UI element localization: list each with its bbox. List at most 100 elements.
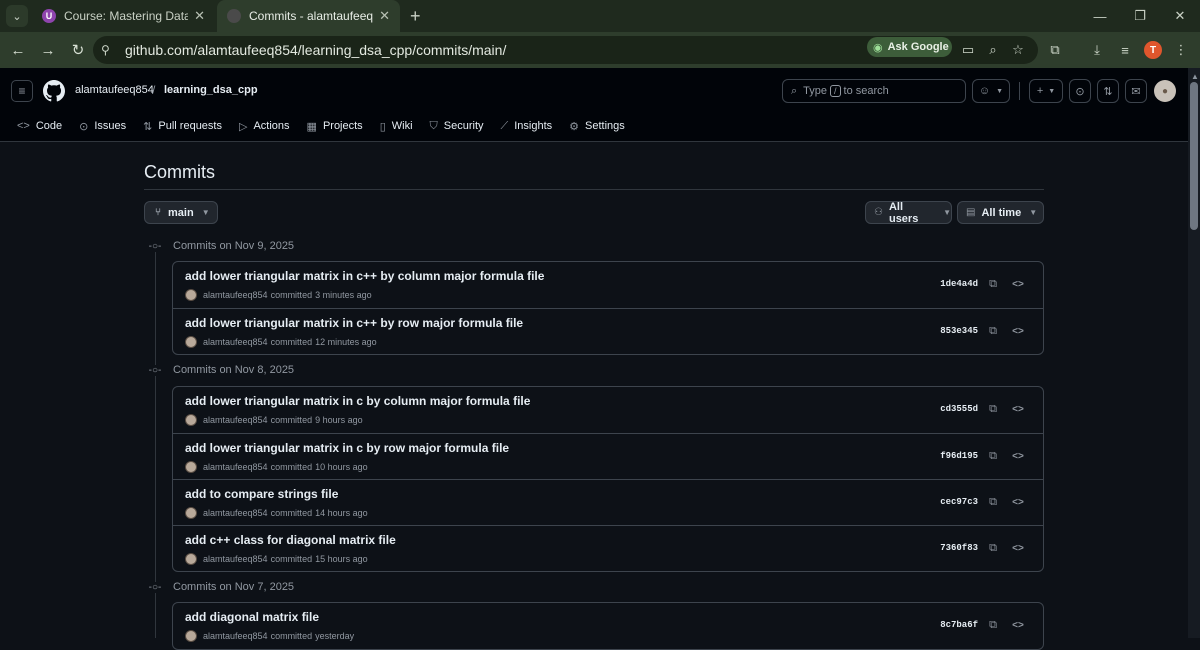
browse-code-icon[interactable]: <> xyxy=(1010,618,1026,632)
tab-projects[interactable]: ▦ Projects xyxy=(307,116,363,136)
tab-search-button[interactable]: ⌄ xyxy=(6,5,28,27)
commit-author-link[interactable]: alamtaufeeq854 xyxy=(203,631,268,641)
copy-icon[interactable]: ⧉ xyxy=(986,277,1000,291)
commit-author-link[interactable]: alamtaufeeq854 xyxy=(203,508,268,518)
inbox-icon[interactable]: ✉ xyxy=(1125,79,1147,103)
commit-meta: alamtaufeeq854 committed 9 hours ago xyxy=(185,414,363,426)
browse-code-icon[interactable]: <> xyxy=(1010,324,1026,338)
author-avatar[interactable] xyxy=(185,336,197,348)
scrollbar-thumb[interactable] xyxy=(1190,82,1198,230)
page-scrollbar[interactable]: ▲ xyxy=(1188,68,1200,638)
browse-code-icon[interactable]: <> xyxy=(1010,449,1026,463)
copy-icon[interactable]: ⧉ xyxy=(986,402,1000,416)
tab-actions[interactable]: ▷ Actions xyxy=(239,116,290,136)
media-icon[interactable]: ≡ xyxy=(1116,36,1134,64)
hamburger-menu-icon[interactable]: ≡ xyxy=(11,80,33,102)
commit-author-link[interactable]: alamtaufeeq854 xyxy=(203,415,268,425)
tab-wiki[interactable]: ▯ Wiki xyxy=(380,116,413,136)
create-new-button[interactable]: + ▼ xyxy=(1029,79,1063,103)
author-avatar[interactable] xyxy=(185,414,197,426)
commit-sha-link[interactable]: 7360f83 xyxy=(940,543,978,553)
commit-message-link[interactable]: add lower triangular matrix in c++ by co… xyxy=(185,269,544,283)
commit-sha-link[interactable]: cec97c3 xyxy=(940,497,978,507)
commit-author-link[interactable]: alamtaufeeq854 xyxy=(203,554,268,564)
commit-group-header: -○- Commits on Nov 8, 2025 xyxy=(144,363,294,377)
forward-arrow-icon[interactable]: → xyxy=(34,36,62,64)
time-filter-button[interactable]: ▤ All time ▼ xyxy=(957,201,1044,224)
commit-sha-link[interactable]: cd3555d xyxy=(940,404,978,414)
commit-list: add lower triangular matrix in c++ by co… xyxy=(172,261,1044,355)
copy-icon[interactable]: ⧉ xyxy=(986,324,1000,338)
commit-sha-link[interactable]: 8c7ba6f xyxy=(940,620,978,630)
github-logo-icon[interactable] xyxy=(43,80,65,102)
search-input[interactable]: ⌕ Type / to search xyxy=(782,79,966,103)
tab-issues[interactable]: ⊙ Issues xyxy=(79,116,126,136)
copy-icon[interactable]: ⧉ xyxy=(986,541,1000,555)
download-icon[interactable]: ⤓ xyxy=(1088,36,1106,64)
repo-owner-link[interactable]: alamtaufeeq854 xyxy=(75,84,154,96)
tab-insights[interactable]: ⟋ Insights xyxy=(501,116,553,136)
close-tab-icon[interactable]: ✕ xyxy=(379,8,390,24)
author-avatar[interactable] xyxy=(185,289,197,301)
commit-message-link[interactable]: add c++ class for diagonal matrix file xyxy=(185,533,396,547)
back-arrow-icon[interactable]: ← xyxy=(4,36,32,64)
pull-requests-icon[interactable]: ⇅ xyxy=(1097,79,1119,103)
issues-icon[interactable]: ⊙ xyxy=(1069,79,1091,103)
tab-security[interactable]: ⛉ Security xyxy=(430,116,484,136)
browser-menu-icon[interactable]: ⋮ xyxy=(1172,36,1190,64)
commit-message-link[interactable]: add lower triangular matrix in c by colu… xyxy=(185,394,530,408)
user-avatar[interactable]: ● xyxy=(1154,80,1176,102)
commit-message-link[interactable]: add to compare strings file xyxy=(185,487,338,501)
tab-code[interactable]: <> Code xyxy=(17,116,62,136)
bookmark-star-icon[interactable]: ☆ xyxy=(1009,36,1027,64)
restore-icon[interactable]: ❐ xyxy=(1120,0,1160,32)
window-controls: — ❐ ✕ xyxy=(1080,0,1200,32)
browser-toolbar: ← → ↻ ⚲ github.com/alamtaufeeq854/learni… xyxy=(0,32,1200,68)
browser-tab-course[interactable]: U Course: Mastering Data Structu ✕ xyxy=(32,0,215,32)
close-tab-icon[interactable]: ✕ xyxy=(194,8,205,24)
profile-avatar[interactable]: T xyxy=(1144,41,1162,59)
commit-author-link[interactable]: alamtaufeeq854 xyxy=(203,462,268,472)
zoom-icon[interactable]: ⌕ xyxy=(984,36,1002,64)
copilot-button[interactable]: ☺ ▼ xyxy=(972,79,1010,103)
commit-row: add c++ class for diagonal matrix file al… xyxy=(173,525,1043,571)
author-avatar[interactable] xyxy=(185,461,197,473)
commit-author-link[interactable]: alamtaufeeq854 xyxy=(203,290,268,300)
commit-message-link[interactable]: add diagonal matrix file xyxy=(185,610,319,624)
cast-icon[interactable]: ▭ xyxy=(959,36,977,64)
reload-icon[interactable]: ↻ xyxy=(64,36,92,64)
extensions-icon[interactable]: ⧉ xyxy=(1046,36,1064,64)
commit-list: add lower triangular matrix in c by colu… xyxy=(172,386,1044,572)
browse-code-icon[interactable]: <> xyxy=(1010,277,1026,291)
browse-code-icon[interactable]: <> xyxy=(1010,402,1026,416)
browser-tab-bar: ⌄ U Course: Mastering Data Structu ✕ Com… xyxy=(0,0,1200,32)
repo-name-link[interactable]: learning_dsa_cpp xyxy=(164,84,258,96)
copy-icon[interactable]: ⧉ xyxy=(986,618,1000,632)
browser-tab-commits[interactable]: Commits - alamtaufeeq854/lear ✕ xyxy=(217,0,400,32)
commit-sha-link[interactable]: 1de4a4d xyxy=(940,279,978,289)
issue-icon: ⊙ xyxy=(79,120,89,133)
commit-sha-link[interactable]: f96d195 xyxy=(940,451,978,461)
close-window-icon[interactable]: ✕ xyxy=(1160,0,1200,32)
users-filter-button[interactable]: ⚇ All users ▼ xyxy=(865,201,952,225)
minimize-icon[interactable]: — xyxy=(1080,0,1120,32)
author-avatar[interactable] xyxy=(185,507,197,519)
author-avatar[interactable] xyxy=(185,630,197,642)
browse-code-icon[interactable]: <> xyxy=(1010,495,1026,509)
tab-settings[interactable]: ⚙ Settings xyxy=(569,116,625,136)
browse-code-icon[interactable]: <> xyxy=(1010,541,1026,555)
commit-author-link[interactable]: alamtaufeeq854 xyxy=(203,337,268,347)
commit-message-link[interactable]: add lower triangular matrix in c++ by ro… xyxy=(185,316,523,330)
commit-message-link[interactable]: add lower triangular matrix in c by row … xyxy=(185,441,509,455)
tab-pull-requests[interactable]: ⇅ Pull requests xyxy=(143,116,222,136)
copy-icon[interactable]: ⧉ xyxy=(986,449,1000,463)
author-avatar[interactable] xyxy=(185,553,197,565)
commit-sha-link[interactable]: 853e345 xyxy=(940,326,978,336)
copy-icon[interactable]: ⧉ xyxy=(986,495,1000,509)
commit-row: add lower triangular matrix in c++ by co… xyxy=(173,262,1043,308)
new-tab-icon[interactable]: + xyxy=(410,6,421,27)
branch-select-button[interactable]: ⑂ main ▼ xyxy=(144,201,218,224)
scroll-up-icon[interactable]: ▲ xyxy=(1191,72,1199,81)
ask-google-button[interactable]: ◉ Ask Google xyxy=(867,37,952,57)
site-settings-icon[interactable]: ⚲ xyxy=(101,43,119,57)
